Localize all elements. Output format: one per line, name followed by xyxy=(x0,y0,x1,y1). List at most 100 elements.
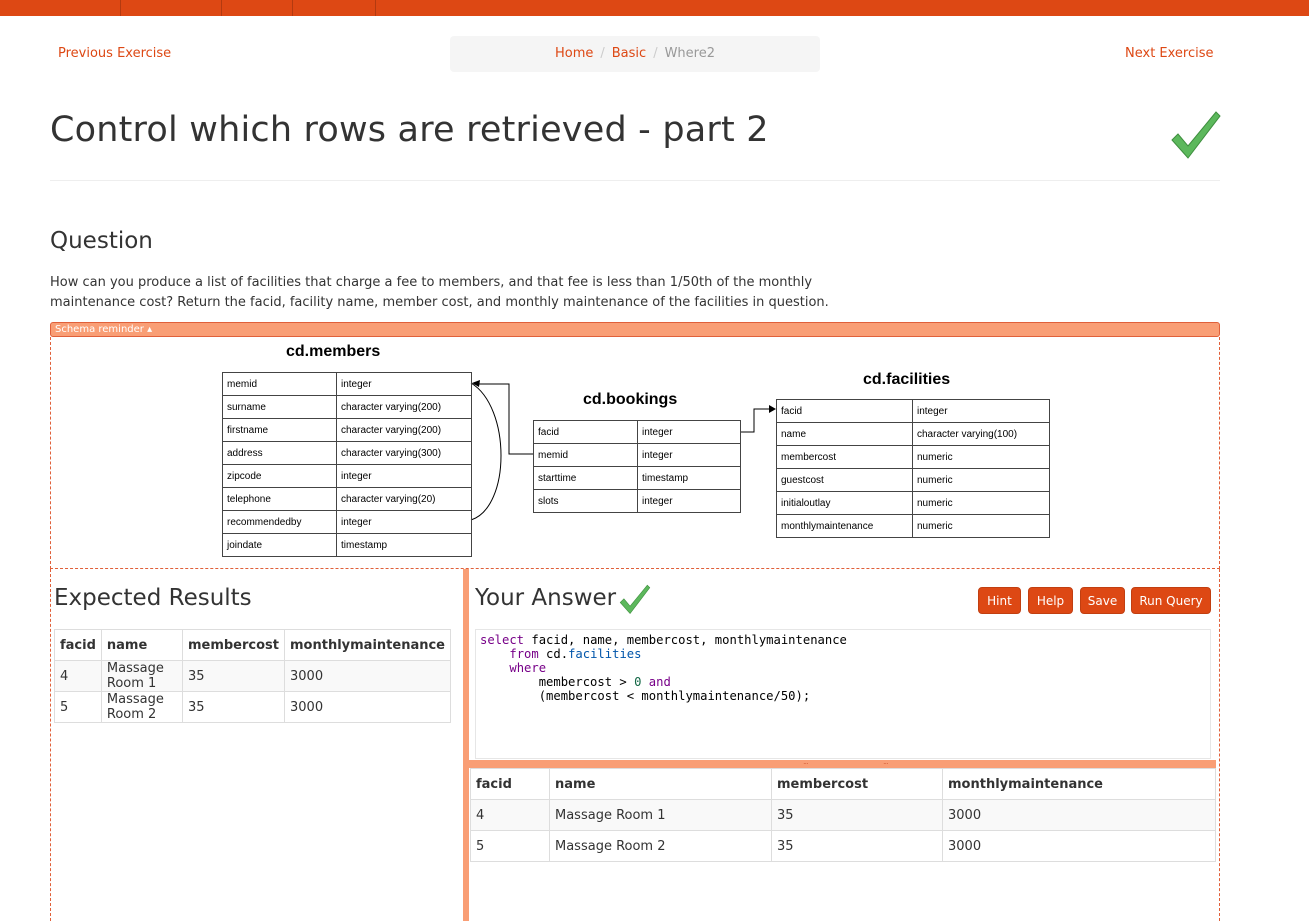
check-icon xyxy=(1171,111,1221,159)
breadcrumb-separator: / xyxy=(653,46,658,61)
table-cell: 3000 xyxy=(284,660,451,692)
table-cell: 35 xyxy=(771,799,943,831)
top-navbar xyxy=(0,0,1309,16)
schema-column-type: integer xyxy=(336,464,472,488)
members-table-title: cd.members xyxy=(286,343,381,360)
members-schema-table: memid integer surname character varying(20… xyxy=(222,372,472,557)
schema-column-type: character varying(300) xyxy=(336,441,472,465)
schema-column-name: initialoutlay xyxy=(776,491,913,515)
schema-reminder-toggle[interactable]: Schema reminder ▴ xyxy=(50,322,1220,337)
schema-column-type: integer xyxy=(336,372,472,396)
schema-column-name: joindate xyxy=(222,533,337,557)
expected-results-heading: Expected Results xyxy=(54,585,252,611)
breadcrumb-separator: / xyxy=(600,46,605,61)
schema-column-type: integer xyxy=(336,510,472,534)
column-header: name xyxy=(100,629,183,661)
table-header-row: facid name membercost monthlymaintenance xyxy=(54,629,451,661)
schema-column-name: surname xyxy=(222,395,337,419)
save-button[interactable]: Save xyxy=(1080,587,1125,614)
table-row: 5 Massage Room 2 35 3000 xyxy=(54,691,451,723)
table-cell: Massage Room 2 xyxy=(100,691,183,723)
schema-column-type: character varying(200) xyxy=(336,395,472,419)
navbar-divider xyxy=(120,0,121,16)
horizontal-splitter[interactable]: ... ... xyxy=(469,757,1216,768)
schema-column-name: monthlymaintenance xyxy=(776,514,913,538)
facilities-schema-table: facid integer name character varying(100) … xyxy=(776,399,1050,538)
previous-exercise-link[interactable]: Previous Exercise xyxy=(58,46,171,61)
schema-column-name: facid xyxy=(776,399,913,423)
schema-column-type: numeric xyxy=(912,445,1050,469)
breadcrumb-current: Where2 xyxy=(664,46,715,61)
schema-column-name: address xyxy=(222,441,337,465)
breadcrumb-basic[interactable]: Basic xyxy=(612,46,646,61)
run-query-button[interactable]: Run Query xyxy=(1131,587,1211,614)
schema-column-name: telephone xyxy=(222,487,337,511)
column-header: monthlymaintenance xyxy=(942,768,1216,800)
question-heading: Question xyxy=(50,228,153,254)
answer-pane-border xyxy=(1219,569,1220,921)
expected-results-pane xyxy=(50,569,463,921)
column-header: membercost xyxy=(181,629,286,661)
table-cell: Massage Room 2 xyxy=(549,830,772,862)
vertical-splitter[interactable] xyxy=(463,569,469,921)
check-icon xyxy=(619,584,651,615)
column-header: monthlymaintenance xyxy=(284,629,451,661)
navbar-divider xyxy=(292,0,293,16)
table-row: 5 Massage Room 2 35 3000 xyxy=(470,830,1216,862)
table-cell: Massage Room 1 xyxy=(100,660,183,692)
schema-column-type: character varying(20) xyxy=(336,487,472,511)
schema-column-type: numeric xyxy=(912,468,1050,492)
schema-diagram: cd.members memid integer surname character… xyxy=(50,337,1220,569)
table-cell: 3000 xyxy=(942,830,1216,862)
breadcrumb: Home / Basic / Where2 xyxy=(450,36,820,72)
query-results-table: facid name membercost monthlymaintenance… xyxy=(470,768,1216,862)
navbar-divider xyxy=(221,0,222,16)
schema-column-type: integer xyxy=(637,443,741,467)
bookings-table-title: cd.bookings xyxy=(583,391,678,408)
table-cell: 3000 xyxy=(284,691,451,723)
hint-button[interactable]: Hint xyxy=(978,587,1021,614)
schema-column-type: character varying(200) xyxy=(336,418,472,442)
schema-column-name: recommendedby xyxy=(222,510,337,534)
question-text: How can you produce a list of facilities… xyxy=(50,275,829,310)
schema-column-type: numeric xyxy=(912,514,1050,538)
schema-column-name: memid xyxy=(533,443,638,467)
table-cell: 3000 xyxy=(942,799,1216,831)
sql-query-code[interactable]: select facid, name, membercost, monthlym… xyxy=(480,633,1206,703)
schema-column-name: memid xyxy=(222,372,337,396)
table-cell: 35 xyxy=(181,660,286,692)
table-cell: 4 xyxy=(470,799,550,831)
table-cell: 5 xyxy=(470,830,550,862)
schema-column-name: name xyxy=(776,422,913,446)
title-divider xyxy=(50,180,1220,181)
schema-column-name: slots xyxy=(533,489,638,513)
schema-column-type: integer xyxy=(912,399,1050,423)
column-header: name xyxy=(549,768,772,800)
navbar-divider xyxy=(375,0,376,16)
column-header: facid xyxy=(54,629,102,661)
table-cell: 4 xyxy=(54,660,102,692)
schema-column-type: timestamp xyxy=(336,533,472,557)
table-cell: 35 xyxy=(181,691,286,723)
table-row: 4 Massage Room 1 35 3000 xyxy=(470,799,1216,831)
schema-column-type: integer xyxy=(637,489,741,513)
column-header: membercost xyxy=(771,768,943,800)
table-cell: Massage Room 1 xyxy=(549,799,772,831)
your-answer-heading: Your Answer xyxy=(475,585,617,611)
table-header-row: facid name membercost monthlymaintenance xyxy=(470,768,1216,800)
bookings-schema-table: facid integer memid integer starttime times… xyxy=(533,420,741,513)
help-button[interactable]: Help xyxy=(1028,587,1073,614)
table-row: 4 Massage Room 1 35 3000 xyxy=(54,660,451,692)
table-cell: 35 xyxy=(771,830,943,862)
sql-editor[interactable]: select facid, name, membercost, monthlym… xyxy=(475,629,1211,759)
breadcrumb-home[interactable]: Home xyxy=(555,46,593,61)
expected-results-table: facid name membercost monthlymaintenance… xyxy=(54,629,451,723)
next-exercise-link[interactable]: Next Exercise xyxy=(1125,46,1214,61)
schema-column-name: starttime xyxy=(533,466,638,490)
schema-column-type: integer xyxy=(637,420,741,444)
schema-column-type: character varying(100) xyxy=(912,422,1050,446)
schema-column-type: numeric xyxy=(912,491,1050,515)
schema-column-name: membercost xyxy=(776,445,913,469)
page-title: Control which rows are retrieved - part … xyxy=(50,110,769,150)
schema-column-name: facid xyxy=(533,420,638,444)
